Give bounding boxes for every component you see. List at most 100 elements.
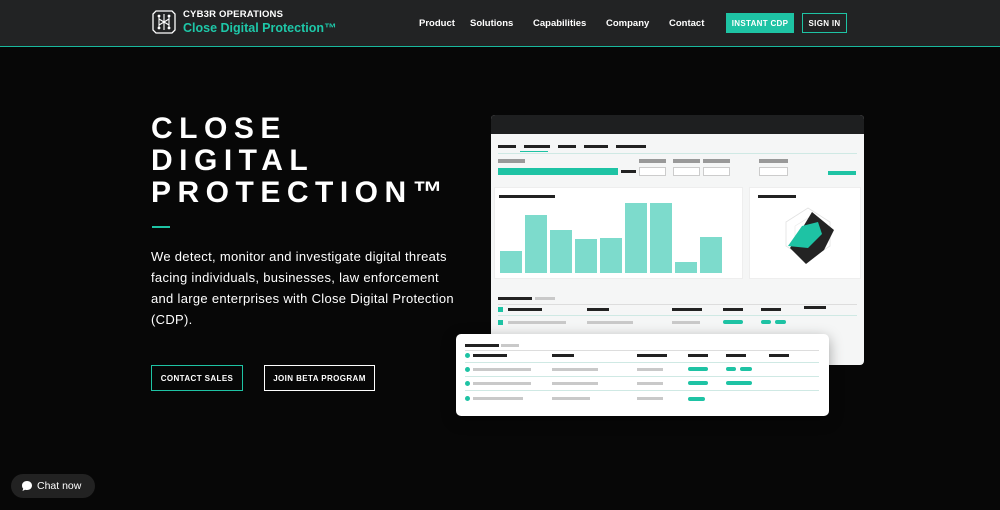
card-divider (465, 376, 819, 377)
dash-cell (587, 321, 633, 324)
card-status-pill (688, 367, 708, 371)
card-status-pill (740, 367, 752, 371)
dash-filter-label (639, 159, 666, 163)
card-subtitle (501, 344, 519, 347)
chart-bar (625, 203, 647, 273)
hero-title: CLOSE DIGITAL PROTECTION™ (151, 113, 449, 209)
dash-filter-label (703, 159, 730, 163)
dash-tab (498, 145, 516, 148)
dash-tab (558, 145, 576, 148)
chart-bar (675, 262, 697, 273)
chart-bar (550, 230, 572, 273)
card-divider (465, 350, 819, 351)
nav-capabilities[interactable]: Capabilities (533, 18, 586, 29)
dash-divider (498, 315, 857, 316)
nav-product[interactable]: Product (419, 18, 455, 29)
nav-company[interactable]: Company (606, 18, 649, 29)
bar-chart (495, 188, 744, 280)
radar-chart (785, 207, 834, 264)
dash-chart-panel (494, 187, 743, 279)
card-status-pill (726, 367, 736, 371)
chat-bubble-icon (22, 481, 32, 491)
card-cell (473, 382, 531, 385)
dash-divider (498, 153, 857, 154)
dash-tab-indicator (520, 151, 548, 152)
dash-cell (508, 321, 566, 324)
dash-apply-button (828, 171, 856, 175)
instant-cdp-button[interactable]: INSTANT CDP (726, 13, 794, 33)
chat-label: Chat now (37, 480, 82, 492)
dash-col-header (723, 308, 743, 311)
dashboard-preview (491, 115, 864, 365)
dash-status-pill (723, 320, 743, 324)
hero-title-line: CLOSE (151, 112, 287, 145)
card-cell (552, 368, 598, 371)
sign-in-button[interactable]: SIGN IN (802, 13, 847, 33)
dash-cell (672, 321, 700, 324)
dash-filter-label (498, 159, 525, 163)
card-row-dot (465, 396, 470, 401)
nav-contact[interactable]: Contact (669, 18, 704, 29)
dash-col-header (804, 306, 826, 309)
dash-filter-label (673, 159, 700, 163)
card-status-pill (688, 381, 708, 385)
dash-search-button (621, 170, 636, 173)
card-col-header (637, 354, 667, 357)
chart-bar (575, 239, 597, 273)
chart-bar (500, 251, 522, 273)
chart-bar (650, 203, 672, 273)
dash-col-header (587, 308, 609, 311)
dash-filter-field (639, 167, 666, 176)
dash-tab (584, 145, 608, 148)
card-col-header (552, 354, 574, 357)
dash-col-header (508, 308, 542, 311)
card-divider (465, 390, 819, 391)
hero-description: We detect, monitor and investigate digit… (151, 249, 454, 327)
dash-col-header (672, 308, 702, 311)
dash-filter-field (673, 167, 700, 176)
site-header: CYB3R OPERATIONS Close Digital Protectio… (0, 0, 1000, 47)
card-cell (637, 397, 663, 400)
card-cell (637, 368, 663, 371)
chart-bar (600, 238, 622, 273)
dash-tab (616, 145, 646, 148)
card-col-header (688, 354, 708, 357)
dash-status-pill (775, 320, 786, 324)
card-row-dot (465, 353, 470, 358)
card-cell (552, 382, 598, 385)
main-nav: Product Solutions Capabilities Company C… (0, 18, 1000, 30)
card-status-pill (726, 381, 752, 385)
join-beta-button[interactable]: JOIN BETA PROGRAM (264, 365, 375, 391)
dash-filter-field (759, 167, 788, 176)
card-col-header (726, 354, 746, 357)
card-divider (465, 362, 819, 363)
hero-title-line: DIGITAL (151, 144, 315, 177)
dash-filter-label (759, 159, 788, 163)
card-cell (473, 368, 531, 371)
chat-now-button[interactable]: Chat now (11, 474, 95, 498)
dashboard-titlebar (491, 115, 864, 134)
card-row-dot (465, 367, 470, 372)
accent-divider (152, 226, 170, 228)
dash-divider (498, 304, 857, 305)
card-cell (637, 382, 663, 385)
hero-title-line: PROTECTION™ (151, 176, 450, 209)
card-title (465, 344, 499, 347)
nav-solutions[interactable]: Solutions (470, 18, 513, 29)
card-col-header (769, 354, 789, 357)
dash-row-check (498, 320, 503, 325)
card-cell (552, 397, 590, 400)
card-row-dot (465, 381, 470, 386)
dash-table-subtitle (535, 297, 555, 300)
chart-bar (525, 215, 547, 273)
table-preview-card (456, 334, 829, 416)
dash-table-title (498, 297, 532, 300)
dash-radar-panel (749, 187, 861, 279)
chart-bar (700, 237, 722, 273)
contact-sales-button[interactable]: CONTACT SALES (151, 365, 243, 391)
dash-status-pill (761, 320, 771, 324)
dash-search-bar (498, 168, 618, 175)
dash-row-check (498, 307, 503, 312)
dash-col-header (761, 308, 781, 311)
dash-filter-field (703, 167, 730, 176)
